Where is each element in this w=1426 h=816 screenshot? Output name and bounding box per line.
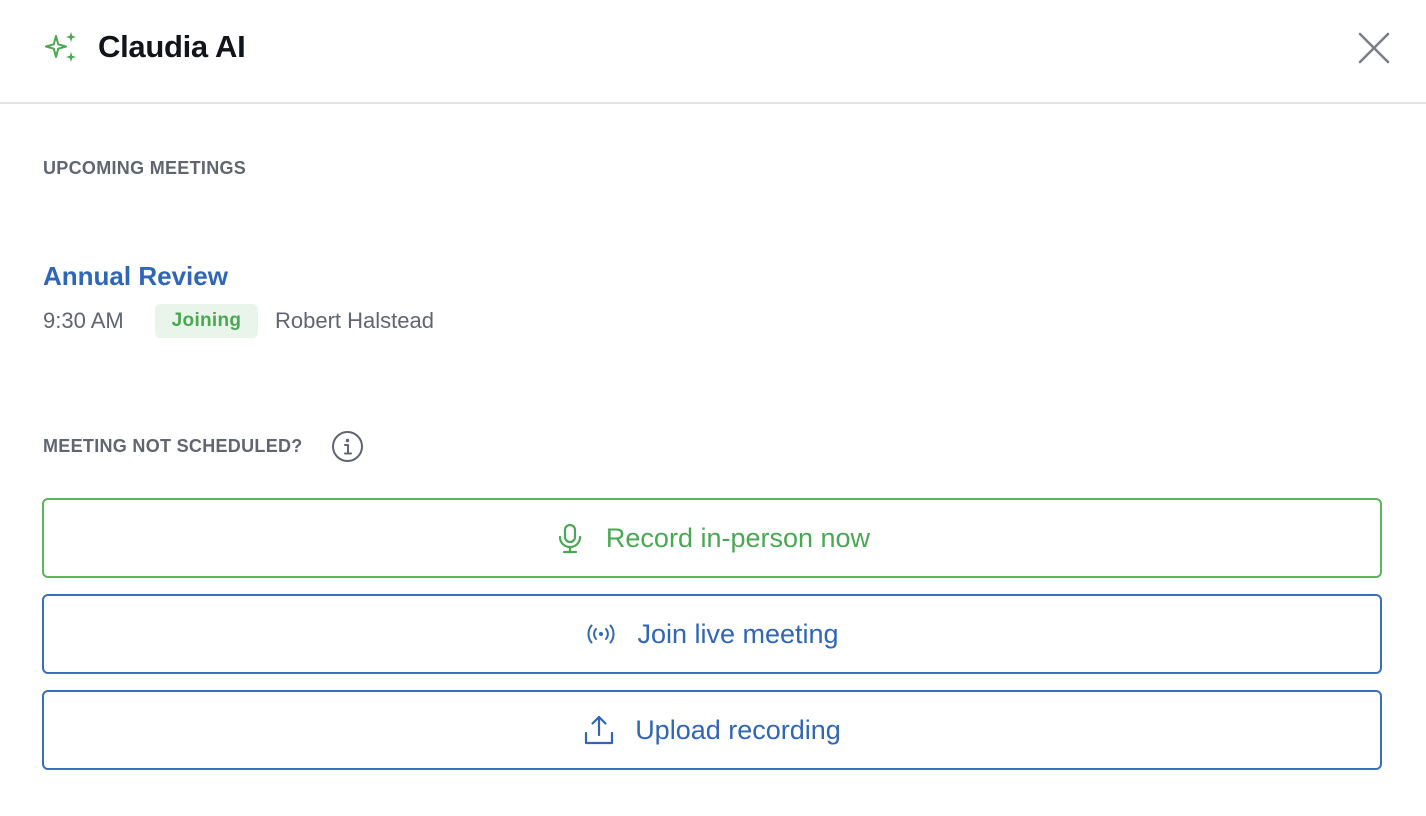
microphone-icon [558,523,582,554]
meeting-not-scheduled-heading: MEETING NOT SCHEDULED? [43,436,303,456]
broadcast-icon [587,624,615,644]
upload-button-label: Upload recording [635,715,841,745]
meeting-time: 9:30 AM [43,308,124,333]
sparkles-icon [45,32,76,62]
info-icon[interactable] [331,430,364,463]
upload-icon [585,715,614,745]
upload-recording-button[interactable]: Upload recording [42,690,1382,770]
record-button-label: Record in-person now [605,523,871,553]
meeting-title-link[interactable]: Annual Review [43,259,228,293]
record-in-person-button[interactable]: Record in-person now [42,498,1382,578]
join-button-label: Join live meeting [637,619,839,649]
panel-header: Claudia AI [0,0,1426,104]
status-badge: Joining [155,304,258,338]
meeting-attendee: Robert Halstead [275,308,434,333]
upcoming-meetings-heading: UPCOMING MEETINGS [43,158,247,178]
join-live-meeting-button[interactable]: Join live meeting [42,594,1382,674]
app-title: Claudia AI [98,29,246,64]
close-icon[interactable] [1354,28,1394,68]
